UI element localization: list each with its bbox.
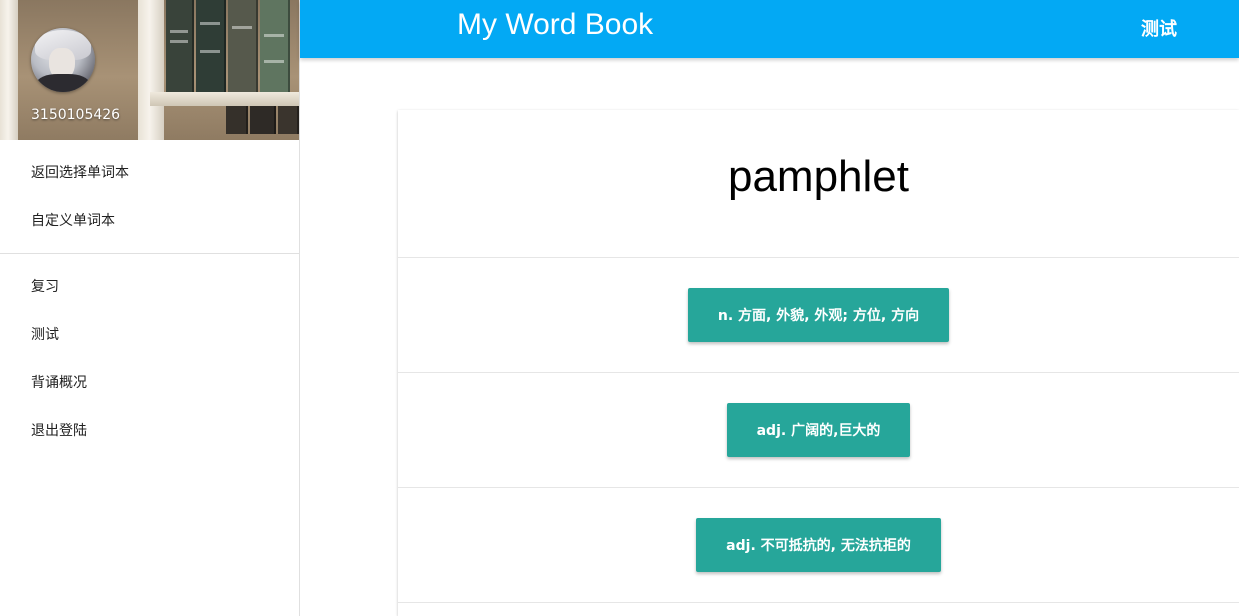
avatar-collar xyxy=(37,74,89,92)
header-background-post xyxy=(138,0,164,140)
header-background-book xyxy=(228,0,258,92)
sidebar-primary-menu: 返回选择单词本 自定义单词本 xyxy=(0,140,299,254)
sidebar-drawer: 3150105426 返回选择单词本 自定义单词本 复习 测试 背诵概况 退出登… xyxy=(0,0,300,616)
answer-option-button[interactable]: n. 方面, 外貌, 外观; 方位, 方向 xyxy=(687,288,950,342)
header-background-shelf xyxy=(150,92,299,106)
sidebar-item-progress-overview[interactable]: 背诵概况 xyxy=(0,358,299,406)
header-background-book xyxy=(166,0,194,92)
sidebar-item-review[interactable]: 复习 xyxy=(0,262,299,310)
header-background-book xyxy=(260,0,290,92)
header-background-book xyxy=(278,106,299,134)
answer-option-button[interactable]: adj. 不可抵抗的, 无法抗拒的 xyxy=(696,518,941,572)
app-bar: My Word Book 测试 xyxy=(300,0,1239,58)
option-row: adj. 不可抵抗的, 无法抗拒的 xyxy=(398,488,1239,603)
option-row: n. 方面, 外貌, 外观; 方位, 方向 xyxy=(398,258,1239,373)
sidebar-item-test[interactable]: 测试 xyxy=(0,310,299,358)
quiz-card: pamphlet n. 方面, 外貌, 外观; 方位, 方向 adj. 广阔的,… xyxy=(398,110,1239,616)
sidebar-item-logout[interactable]: 退出登陆 xyxy=(0,406,299,454)
app-title: My Word Book xyxy=(457,8,654,41)
sidebar-item-custom-wordbook[interactable]: 自定义单词本 xyxy=(0,196,299,244)
quiz-word: pamphlet xyxy=(727,151,909,201)
header-background-book xyxy=(226,106,248,134)
header-background-book xyxy=(196,0,226,92)
profile-header: 3150105426 xyxy=(0,0,299,140)
app-root: 3150105426 返回选择单词本 自定义单词本 复习 测试 背诵概况 退出登… xyxy=(0,0,1239,616)
header-test-button[interactable]: 测试 xyxy=(1141,15,1177,41)
header-background-post xyxy=(0,0,18,140)
header-background-book xyxy=(250,106,276,134)
user-id-label: 3150105426 xyxy=(31,107,121,123)
sidebar-secondary-menu: 复习 测试 背诵概况 退出登陆 xyxy=(0,254,299,462)
option-row: adj. 广阔的,巨大的 xyxy=(398,373,1239,488)
user-avatar[interactable] xyxy=(31,28,95,92)
answer-option-button[interactable]: adj. 广阔的,巨大的 xyxy=(726,403,911,457)
sidebar-item-back-to-wordbooks[interactable]: 返回选择单词本 xyxy=(0,148,299,196)
word-row: pamphlet xyxy=(398,110,1239,258)
